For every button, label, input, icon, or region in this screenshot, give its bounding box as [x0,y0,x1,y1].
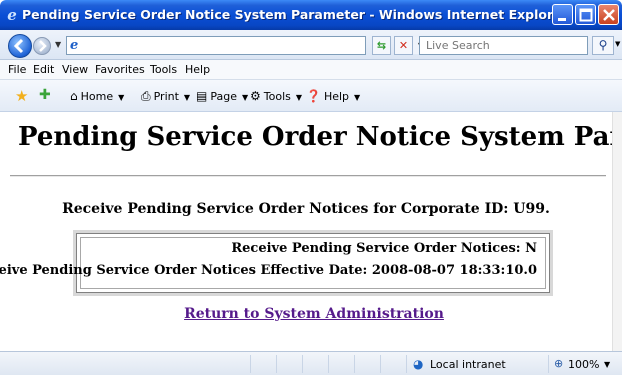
tools-dropdown-icon[interactable]: ▼ [296,93,302,102]
status-bar: ◕ Local intranet ⊕ 100% ▼ [0,351,622,375]
window-title-bar: e Pending Service Order Notice System Pa… [0,0,622,30]
status-cell [250,355,251,373]
help-icon: ❓ [306,89,321,103]
menu-bar: File Edit View Favorites Tools Help [0,60,622,80]
search-options-dropdown-icon[interactable]: ▼ [615,40,620,48]
zoom-level[interactable]: 100% [568,358,599,371]
home-dropdown-icon[interactable]: ▼ [118,93,124,102]
home-icon: ⌂ [70,89,78,103]
vertical-scrollbar[interactable] [612,112,622,351]
status-cell [276,355,277,373]
page-button[interactable]: ▤ Page ▼ [196,89,248,103]
refresh-button[interactable]: ⇆ [372,36,391,55]
maximize-button[interactable] [575,4,596,25]
intranet-globe-icon: ◕ [413,357,424,371]
address-input[interactable]: e ▼ [66,36,429,55]
tools-button[interactable]: ⚙ Tools ▼ [250,89,302,103]
page-title: Pending Service Order Notice System Para… [18,122,612,152]
print-button[interactable]: ⎙ Print ▼ [141,89,190,104]
security-zone[interactable]: Local intranet [430,358,506,371]
parameter-table-inner: Receive Pending Service Order Notices: N… [0,237,546,289]
command-bar: ★ ✚ ⌂ Home ▼ ⎙ Print ▼ ▤ Page ▼ ⚙ Tools ▼ ❓ Help ▼ [0,80,622,112]
status-cell [380,355,381,373]
corporate-id-line: Receive Pending Service Order Notices fo… [62,201,550,217]
menu-favorites[interactable]: Favorites [95,63,145,76]
param-effective-date: Receive Pending Service Order Notices Ef… [0,263,537,278]
printer-icon: ⎙ [141,89,151,103]
page-dropdown-icon[interactable]: ▼ [242,93,248,102]
search-input[interactable] [420,37,580,54]
menu-help[interactable]: Help [185,63,210,76]
help-button[interactable]: ❓ Help ▼ [306,89,360,103]
print-label: Print [153,90,179,103]
param-receive-notices: Receive Pending Service Order Notices: N [231,241,537,256]
menu-view[interactable]: View [62,63,88,76]
status-cell [354,355,355,373]
status-cell [302,355,303,373]
search-icon[interactable]: ⚲ [592,36,614,55]
status-cell [406,355,407,373]
recent-pages-dropdown-icon[interactable]: ▼ [55,40,61,49]
return-to-system-admin-link[interactable]: Return to System Administration [0,306,612,322]
page-menu-icon: ▤ [196,89,208,103]
status-cell [328,355,329,373]
horizontal-rule [10,175,606,177]
window-title: Pending Service Order Notice System Para… [22,7,562,22]
tools-label: Tools [263,90,291,103]
gear-icon: ⚙ [250,89,261,103]
print-dropdown-icon[interactable]: ▼ [184,93,190,102]
menu-tools[interactable]: Tools [150,63,177,76]
parameter-table: Receive Pending Service Order Notices: N… [0,230,553,296]
help-label: Help [323,90,350,103]
search-box[interactable] [419,36,588,55]
home-button[interactable]: ⌂ Home ▼ [70,89,124,103]
help-dropdown-icon[interactable]: ▼ [354,93,360,102]
close-button[interactable] [598,4,619,25]
back-button[interactable] [8,34,32,58]
minimize-button[interactable] [552,4,573,25]
forward-button[interactable] [33,37,51,55]
zoom-dropdown-icon[interactable]: ▼ [604,360,610,369]
address-toolbar: ▼ e ▼ ⇆ ✕ ⚲ ▼ [0,30,622,60]
menu-file[interactable]: File [8,63,26,76]
stop-button[interactable]: ✕ [394,36,413,55]
home-label: Home [80,90,114,103]
page-icon: e [70,38,79,53]
menu-edit[interactable]: Edit [33,63,54,76]
ie-logo-icon: e [7,6,17,24]
page-label: Page [210,90,237,103]
add-favorites-icon[interactable]: ✚ [39,87,51,103]
page-content: Pending Service Order Notice System Para… [0,112,612,351]
favorites-star-icon[interactable]: ★ [15,87,28,105]
zoom-icon: ⊕ [554,357,564,370]
status-cell [548,355,549,373]
